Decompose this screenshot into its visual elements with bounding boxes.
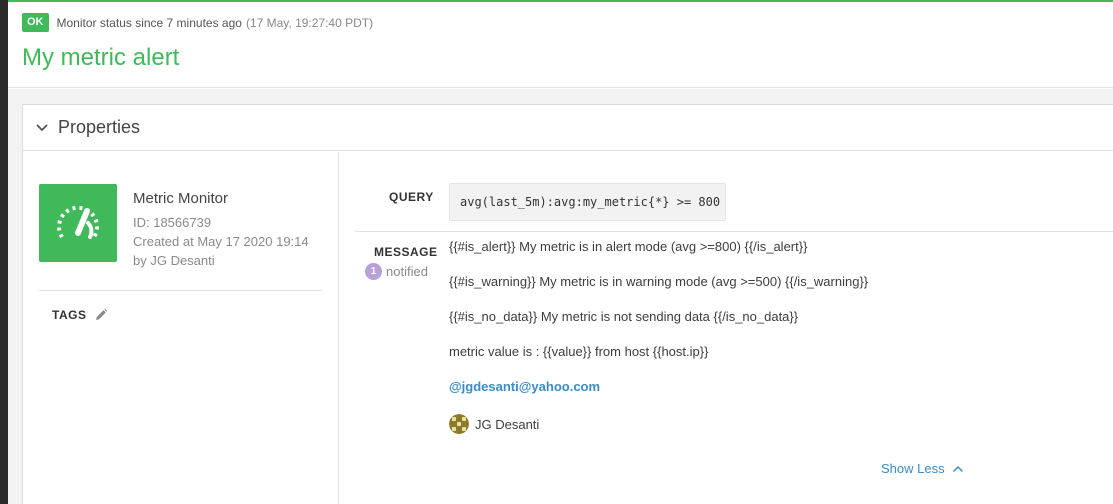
page-title: My metric alert: [22, 44, 180, 71]
notified-count-badge: 1: [365, 263, 382, 280]
status-text: Monitor status since 7 minutes ago: [56, 15, 242, 30]
show-less-button[interactable]: Show Less: [881, 461, 963, 476]
monitor-header: OK Monitor status since 7 minutes ago (1…: [8, 2, 1113, 88]
avatar: [449, 414, 469, 434]
chevron-down-icon[interactable]: [36, 122, 48, 134]
user-name: JG Desanti: [475, 416, 540, 432]
monitor-id: ID: 18566739: [133, 215, 212, 230]
monitor-summary: Metric Monitor ID: 18566739 Created at M…: [23, 152, 339, 504]
pencil-icon[interactable]: [94, 308, 108, 322]
monitor-type: Metric Monitor: [133, 190, 229, 207]
properties-panel-header[interactable]: Properties: [23, 105, 1113, 151]
properties-title: Properties: [58, 117, 141, 137]
message-line: {{#is_warning}} My metric is in warning …: [449, 274, 869, 289]
notified-user[interactable]: JG Desanti: [449, 414, 539, 434]
mention-link[interactable]: @jgdesanti@yahoo.com: [449, 379, 600, 394]
message-line: metric value is : {{value}} from host {{…: [449, 344, 709, 359]
notified-info: 1 notified: [365, 263, 428, 280]
divider: [355, 231, 1113, 232]
query-label: QUERY: [389, 190, 434, 204]
message-line: {{#is_no_data}} My metric is not sending…: [449, 309, 799, 324]
status-row: OK Monitor status since 7 minutes ago (1…: [22, 13, 373, 32]
speedometer-icon: [39, 184, 117, 262]
status-timestamp: (17 May, 19:27:40 PDT): [245, 15, 374, 30]
status-badge: OK: [22, 13, 49, 32]
message-line: {{#is_alert}} My metric is in alert mode…: [449, 239, 808, 254]
notified-text: notified: [386, 264, 428, 279]
properties-panel: Properties Metric Monitor ID: 18566739 C…: [22, 104, 1113, 504]
query-code: avg(last_5m):avg:my_metric{*} >= 800: [449, 183, 726, 221]
left-rail: [0, 0, 8, 504]
divider: [39, 290, 322, 291]
message-label: MESSAGE: [374, 245, 438, 259]
chevron-up-icon: [952, 465, 963, 473]
show-less-label: Show Less: [881, 461, 945, 476]
monitor-created: Created at May 17 2020 19:14: [133, 234, 309, 249]
tags-row: TAGS: [52, 308, 108, 322]
monitor-author: by JG Desanti: [133, 253, 215, 268]
tags-label: TAGS: [52, 308, 87, 322]
